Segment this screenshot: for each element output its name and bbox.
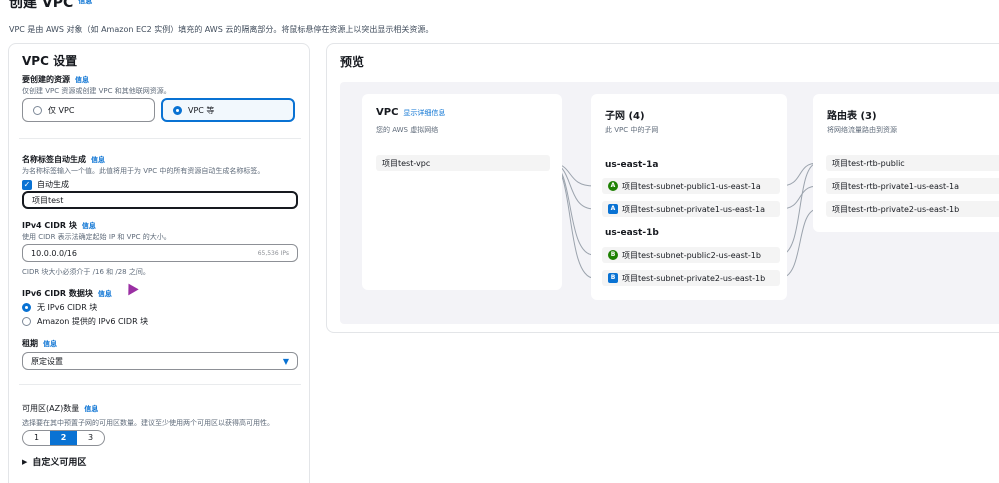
title-info-link[interactable]: 信息 [78,0,92,5]
ipv4-ip-count: 65,536 IPs [257,249,289,257]
ipv4-info-link[interactable]: 信息 [82,222,96,230]
tenancy-label: 租期 信息 [22,339,57,348]
public-subnet-icon: B [608,250,618,260]
route-table-item[interactable]: 项目test-rtb-public [826,155,999,171]
ipv4-hint: CIDR 块大小必须介于 /16 和 /28 之间。 [22,268,150,276]
radio-selected-icon [22,303,31,312]
preview-diagram: VPC 显示详细信息 您的 AWS 虚拟网络 项目test-vpc 子网 (4) … [340,82,999,324]
route-tables-card-desc: 将网络流量路由到资源 [827,126,897,134]
resources-info-link[interactable]: 信息 [75,76,89,84]
public-subnet-icon: A [608,181,618,191]
vpc-card: VPC 显示详细信息 您的 AWS 虚拟网络 [362,94,562,290]
name-tag-desc: 为名称标签输入一个值。此值将用于为 VPC 中的所有资源自动生成名称标签。 [22,167,265,175]
subnet-item[interactable]: A 项目test-subnet-public1-us-east-1a [602,178,780,194]
az-count-selector[interactable]: 1 2 3 [22,430,105,446]
subnets-card-desc: 此 VPC 中的子网 [605,126,659,134]
vpc-only-option[interactable]: 仅 VPC [22,98,155,122]
divider [19,384,301,385]
vpc-and-more-option[interactable]: VPC 等 [161,98,295,122]
resources-label: 要创建的资源 信息 [22,75,89,84]
checkmark-icon: ✓ [22,179,32,190]
route-table-item[interactable]: 项目test-rtb-private1-us-east-1a [826,178,999,194]
page-title: 创建 VPC 信息 [9,0,92,12]
caret-right-icon: ▶ [22,457,28,466]
route-table-item[interactable]: 项目test-rtb-private2-us-east-1b [826,201,999,217]
vpc-card-title: VPC 显示详细信息 [376,107,446,118]
page-description: VPC 是由 AWS 对象（如 Amazon EC2 实例）填充的 AWS 云的… [9,25,434,34]
vpc-item[interactable]: 项目test-vpc [376,155,550,171]
ipv6-amazon-option[interactable]: Amazon 提供的 IPv6 CIDR 块 [22,316,148,327]
settings-title: VPC 设置 [22,54,78,68]
ipv4-desc: 使用 CIDR 表示法确定起始 IP 和 VPC 的大小。 [22,233,171,241]
ipv6-label: IPv6 CIDR 数据块 信息 [22,289,112,298]
radio-selected-icon [173,105,182,115]
private-subnet-icon: A [608,204,618,214]
name-tag-info-link[interactable]: 信息 [91,156,105,164]
subnets-card-title: 子网 (4) [605,111,645,122]
az-option-3[interactable]: 3 [77,431,104,445]
resources-desc: 仅创建 VPC 资源或创建 VPC 和其他联网资源。 [22,87,171,95]
ipv4-cidr-input[interactable]: 10.0.0.0/16 65,536 IPs [22,244,298,262]
subnet-item[interactable]: A 项目test-subnet-private1-us-east-1a [602,201,780,217]
name-tag-input[interactable]: 项目test [22,191,298,209]
ipv6-info-link[interactable]: 信息 [98,290,112,298]
az-desc: 选择要在其中预置子网的可用区数量。建议至少使用两个可用区以获得高可用性。 [22,419,274,427]
divider [19,138,301,139]
preview-panel: 预览 VPC 显示详细信息 您的 AWS 虚拟网络 项目test-vpc 子网 … [326,43,999,333]
route-tables-card-title: 路由表 (3) [827,111,877,122]
az-option-2[interactable]: 2 [50,431,77,445]
radio-icon [22,317,31,326]
az-option-1[interactable]: 1 [23,431,50,445]
show-details-link[interactable]: 显示详细信息 [403,109,445,117]
az-heading-1b: us-east-1b [605,228,659,238]
name-tag-label: 名称标签自动生成 信息 [22,155,105,164]
subnet-item[interactable]: B 项目test-subnet-public2-us-east-1b [602,247,780,263]
preview-title: 预览 [340,55,365,69]
ipv4-label: IPv4 CIDR 块信息 [22,221,96,230]
tenancy-info-link[interactable]: 信息 [43,340,57,348]
az-label: 可用区(AZ)数量 信息 [22,404,99,413]
tenancy-select[interactable]: 原定设置 ▼ [22,352,298,370]
caret-down-icon: ▼ [282,356,289,366]
vpc-settings-panel: VPC 设置 要创建的资源 信息 仅创建 VPC 资源或创建 VPC 和其他联网资… [8,43,310,483]
subnet-item[interactable]: B 项目test-subnet-private2-us-east-1b [602,270,780,286]
radio-icon [33,105,42,115]
auto-generate-checkbox[interactable]: ✓ 自动生成 [22,179,69,190]
ipv6-none-option[interactable]: 无 IPv6 CIDR 块 [22,302,97,313]
az-info-link[interactable]: 信息 [84,405,98,413]
private-subnet-icon: B [608,273,618,283]
az-heading-1a: us-east-1a [605,160,659,170]
vpc-card-desc: 您的 AWS 虚拟网络 [376,126,439,134]
customize-az-expander[interactable]: ▶ 自定义可用区 [22,455,86,469]
